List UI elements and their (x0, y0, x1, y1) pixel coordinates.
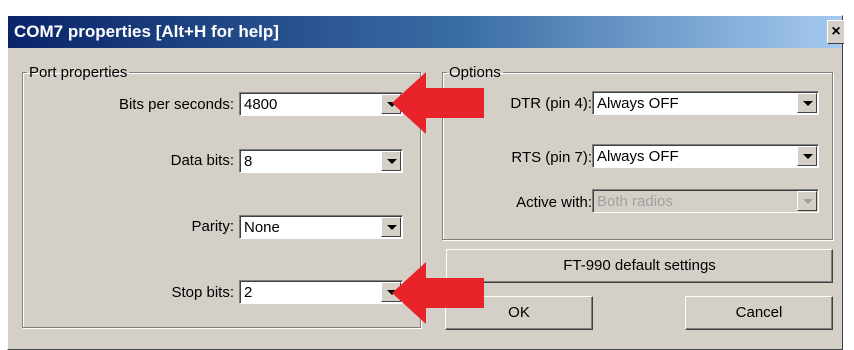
rts-value: Always OFF (597, 148, 679, 165)
dtr-select[interactable]: Always OFF (592, 91, 819, 115)
chevron-down-icon[interactable] (797, 93, 817, 113)
parity-value: None (244, 219, 280, 236)
stop-bits-select[interactable]: 2 (239, 280, 403, 304)
stop-bits-value: 2 (244, 284, 253, 301)
ft990-default-settings-button[interactable]: FT-990 default settings (446, 249, 833, 283)
close-button[interactable]: × (827, 20, 844, 44)
chevron-down-icon (797, 191, 817, 211)
chevron-down-icon[interactable] (381, 217, 401, 237)
port-properties-legend: Port properties (29, 64, 128, 81)
chevron-down-icon[interactable] (381, 151, 401, 171)
active-with-select: Both radios (592, 189, 819, 213)
dtr-value: Always OFF (597, 95, 679, 112)
window-title: COM7 properties [Alt+H for help] (14, 22, 279, 41)
data-bits-select[interactable]: 8 (239, 149, 403, 173)
dtr-label: DTR (pin 4): (510, 95, 592, 112)
parity-select[interactable]: None (239, 215, 403, 239)
active-with-label: Active with: (516, 194, 592, 211)
data-bits-value: 8 (244, 153, 253, 170)
data-bits-label: Data bits: (170, 152, 234, 169)
cancel-button[interactable]: Cancel (685, 296, 833, 330)
active-with-value: Both radios (597, 193, 673, 210)
bits-per-second-value: 4800 (244, 96, 278, 113)
rts-select[interactable]: Always OFF (592, 144, 819, 168)
bits-per-second-label: Bits per seconds: (118, 96, 234, 113)
red-arrow-icon (392, 262, 484, 324)
red-arrow-icon (392, 72, 484, 134)
stop-bits-label: Stop bits: (171, 284, 234, 301)
title-bar[interactable]: COM7 properties [Alt+H for help] (8, 16, 842, 48)
bits-per-second-select[interactable]: 4800 (239, 92, 403, 116)
chevron-down-icon[interactable] (797, 146, 817, 166)
parity-label: Parity: (191, 218, 234, 235)
rts-label: RTS (pin 7): (511, 149, 592, 166)
close-icon: × (831, 23, 841, 40)
